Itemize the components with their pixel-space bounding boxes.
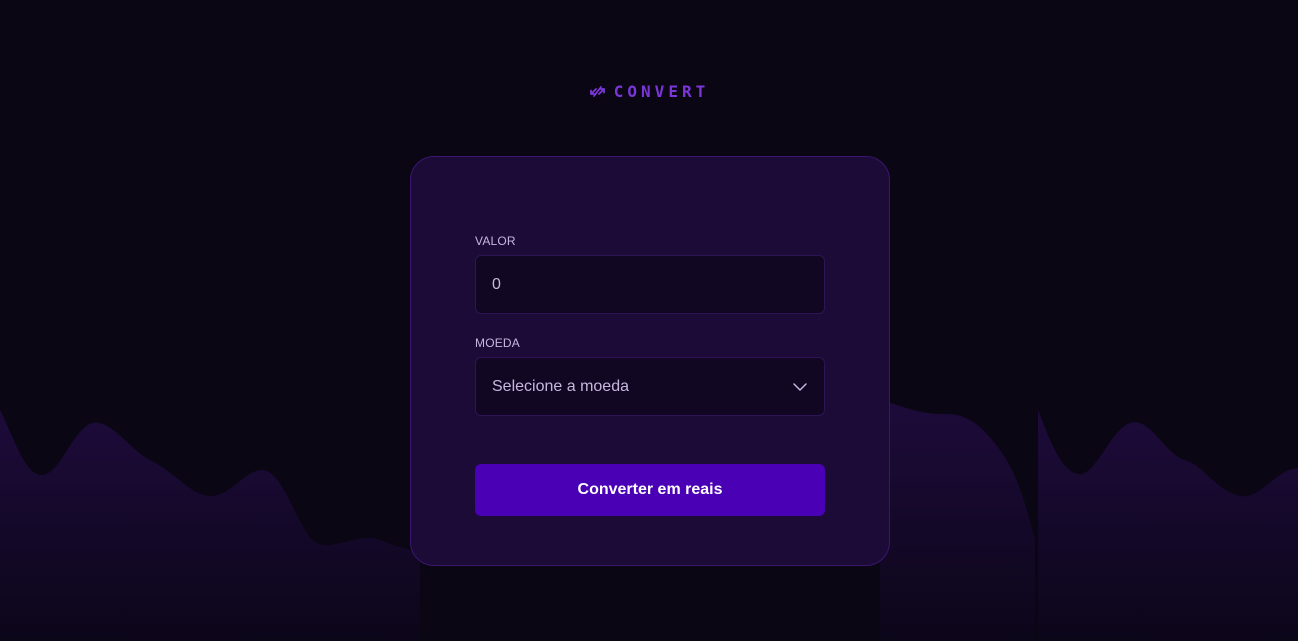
brand-logo: CONVERT bbox=[0, 82, 1298, 101]
currency-select-value: Selecione a moeda bbox=[492, 377, 629, 395]
amount-input[interactable]: 0 bbox=[475, 255, 825, 314]
brand-name: CONVERT bbox=[613, 82, 710, 101]
chevron-down-icon bbox=[792, 379, 808, 395]
converter-card: VALOR 0 MOEDA Selecione a moeda Converte… bbox=[410, 156, 890, 566]
convert-button[interactable]: Converter em reais bbox=[475, 464, 825, 516]
arrows-exchange-icon bbox=[589, 83, 606, 100]
amount-label: VALOR bbox=[475, 234, 516, 248]
currency-label: MOEDA bbox=[475, 336, 521, 350]
amount-input-value: 0 bbox=[492, 275, 501, 293]
currency-select[interactable]: Selecione a moeda bbox=[475, 357, 825, 416]
page: CONVERT VALOR 0 MOEDA Selecione a moeda … bbox=[0, 0, 1298, 641]
